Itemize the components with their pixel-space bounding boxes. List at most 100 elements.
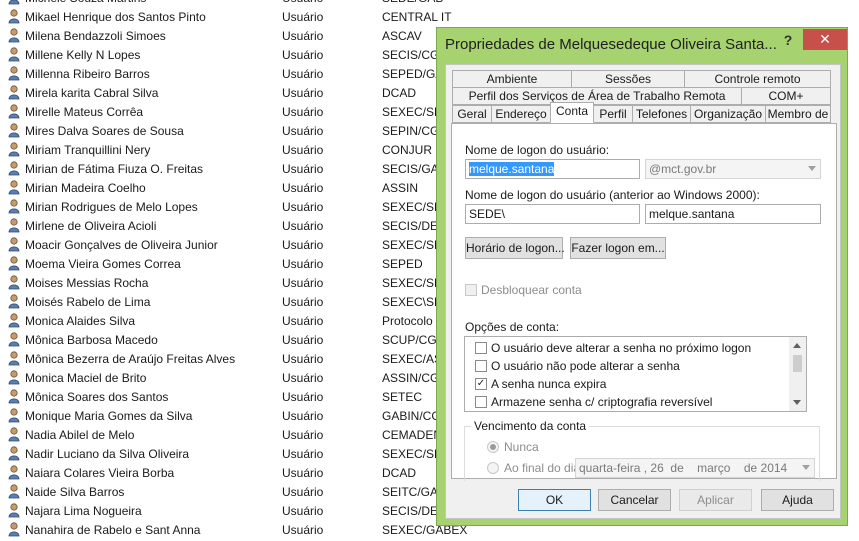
unlock-account-label: Desbloquear conta [481, 283, 582, 297]
user-department: GABIN/CG [382, 409, 441, 423]
user-name: Mirian Rodrigues de Melo Lopes [25, 200, 198, 214]
tab-perfil-rds[interactable]: Perfil dos Serviços de Área de Trabalho … [452, 87, 742, 105]
tab-controle-remoto[interactable]: Controle remoto [684, 70, 831, 88]
user-department: SEPED [382, 257, 423, 271]
user-name: Moisés Rabelo de Lima [25, 295, 151, 309]
tab-endereco[interactable]: Endereço [491, 105, 551, 123]
logon-hours-button[interactable]: Horário de logon... [465, 237, 565, 259]
user-name: Mirian de Fátima Fiuza O. Freitas [25, 162, 204, 176]
user-department: CENTRAL IT [382, 10, 452, 24]
user-name: Mires Dalva Soares de Sousa [25, 124, 184, 138]
end-of-day-radio[interactable] [487, 462, 499, 474]
tab-com-plus[interactable]: COM+ [741, 87, 831, 105]
user-icon [8, 104, 20, 119]
user-icon [8, 389, 20, 404]
user-type: Usuário [282, 238, 324, 252]
option-checkbox[interactable]: ✓ [475, 378, 487, 390]
user-icon [8, 313, 20, 328]
cancel-button[interactable]: Cancelar [598, 489, 671, 511]
user-icon [8, 332, 20, 347]
help-button[interactable]: Ajuda [761, 489, 834, 511]
user-name: Mônica Soares dos Santos [25, 390, 169, 404]
user-icon [8, 237, 20, 252]
user-department: ASCAV [382, 29, 422, 43]
user-name: Millenna Ribeiro Barros [25, 67, 150, 81]
user-type: Usuário [282, 466, 324, 480]
logon-name-input[interactable]: melque.santana [465, 159, 640, 179]
scroll-down-icon[interactable] [793, 400, 801, 405]
list-item[interactable]: Michele Souza Martins Usuário SEDE/GAB [0, 0, 859, 7]
user-name: Mirelle Mateus Corrêa [25, 105, 144, 119]
option-label: O usuário não pode alterar a senha [491, 359, 680, 373]
pre2000-user-field[interactable]: melque.santana [645, 204, 821, 224]
user-name: Milena Bendazzoli Simoes [25, 29, 166, 43]
user-icon [8, 47, 20, 62]
user-type: Usuário [282, 105, 324, 119]
account-options-list[interactable]: O usuário deve alterar a senha no próxim… [464, 336, 807, 412]
option-label: O usuário deve alterar a senha no próxim… [491, 341, 752, 355]
user-icon [8, 465, 20, 480]
user-department: SETEC [382, 390, 423, 404]
user-type: Usuário [282, 219, 324, 233]
expiry-date-picker[interactable]: quarta-feira , 26 de março de 2014 [575, 458, 815, 478]
pre2000-domain-field[interactable]: SEDE\ [465, 204, 640, 224]
list-item[interactable]: O usuário não pode alterar a senha [465, 357, 800, 375]
user-type: Usuário [282, 162, 324, 176]
user-name: Monique Maria Gomes da Silva [25, 409, 193, 423]
tab-ambiente[interactable]: Ambiente [452, 70, 572, 88]
never-radio[interactable] [487, 441, 499, 453]
user-name: Mônica Bezerra de Araújo Freitas Alves [25, 352, 236, 366]
account-options-label: Opções de conta: [465, 320, 560, 334]
pre2000-label: Nome de logon do usuário (anterior ao Wi… [465, 188, 760, 202]
user-type: Usuário [282, 371, 324, 385]
option-checkbox[interactable] [475, 342, 487, 354]
user-icon [8, 85, 20, 100]
user-name: Nadir Luciano da Silva Oliveira [25, 447, 190, 461]
user-type: Usuário [282, 485, 324, 499]
dialog-title: Propriedades de Melquesedeque Oliveira S… [445, 36, 777, 53]
scroll-thumb[interactable] [793, 355, 802, 372]
tab-perfil[interactable]: Perfil [593, 105, 633, 123]
user-name: Naiara Colares Vieira Borba [25, 466, 175, 480]
user-name: Monica Alaides Silva [25, 314, 136, 328]
user-type: Usuário [282, 295, 324, 309]
tab-membro-de[interactable]: Membro de [765, 105, 831, 123]
calendar-dropdown-icon[interactable] [802, 465, 810, 470]
options-scrollbar[interactable] [789, 337, 806, 411]
user-type: Usuário [282, 0, 323, 5]
domain-suffix-select[interactable]: @mct.gov.br [645, 159, 821, 179]
user-type: Usuário [282, 276, 324, 290]
user-name: Mirian Madeira Coelho [25, 181, 146, 195]
list-item[interactable]: Mikael Henrique dos Santos Pinto Usuário C… [0, 7, 859, 26]
user-department: DCAD [382, 466, 417, 480]
list-item[interactable]: O usuário deve alterar a senha no próxim… [465, 339, 800, 357]
option-checkbox[interactable] [475, 396, 487, 408]
user-department: DCAD [382, 86, 417, 100]
scroll-up-icon[interactable] [793, 343, 801, 348]
user-icon [8, 484, 20, 499]
user-type: Usuário [282, 257, 324, 271]
list-item[interactable]: ✓ A senha nunca expira [465, 375, 800, 393]
user-icon [8, 123, 20, 138]
tab-conta[interactable]: Conta [550, 102, 594, 123]
ok-button[interactable]: OK [518, 489, 591, 511]
logon-to-button[interactable]: Fazer logon em... [570, 237, 666, 259]
user-type: Usuário [282, 29, 324, 43]
help-title-button[interactable]: ? [776, 30, 800, 50]
apply-button[interactable]: Aplicar [679, 489, 752, 511]
user-department: Protocolo [382, 314, 433, 328]
close-button[interactable]: ✕ [803, 29, 847, 50]
user-icon [8, 294, 20, 309]
tab-geral[interactable]: Geral [452, 105, 492, 123]
option-checkbox[interactable] [475, 360, 487, 372]
user-department: SEDE/GAB [382, 0, 443, 5]
tab-organizacao[interactable]: Organização [690, 105, 766, 123]
tab-sessoes[interactable]: Sessões [571, 70, 685, 88]
user-type: Usuário [282, 523, 324, 537]
option-label: Armazene senha c/ criptografia reversíve… [491, 395, 713, 409]
unlock-account-checkbox[interactable] [465, 284, 477, 296]
user-icon [8, 522, 20, 537]
list-item[interactable]: Armazene senha c/ criptografia reversíve… [465, 393, 800, 411]
user-type: Usuário [282, 181, 324, 195]
tab-telefones[interactable]: Telefones [632, 105, 691, 123]
